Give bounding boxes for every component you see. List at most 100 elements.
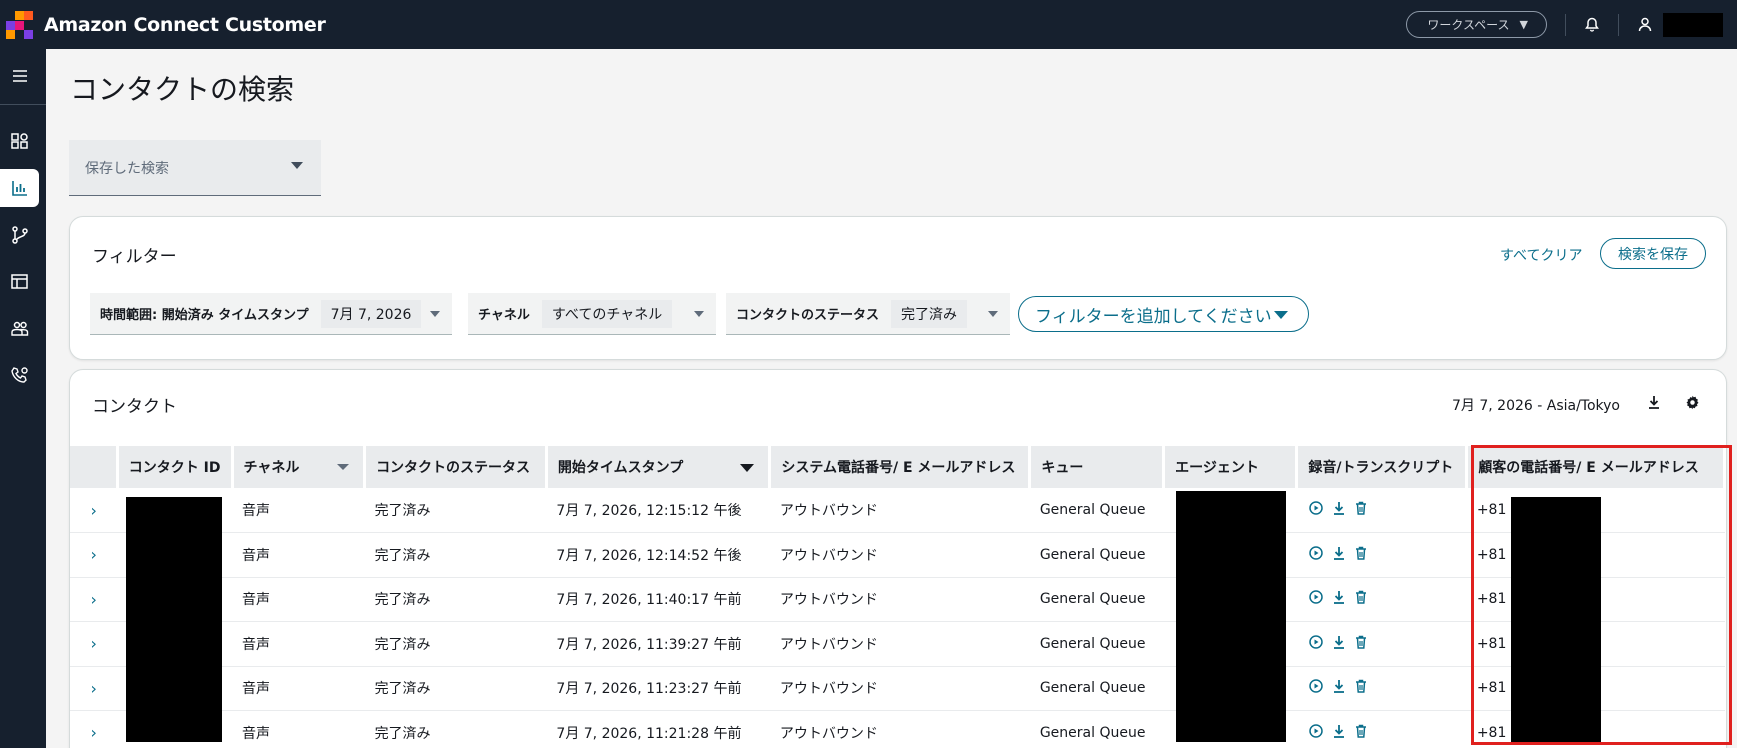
cell-status: 完了済み xyxy=(364,621,547,667)
add-filter-button[interactable]: フィルターを追加してください xyxy=(1018,296,1309,332)
cell-recording xyxy=(1296,621,1467,667)
column-header-recording[interactable]: 録音/トランスクリプト xyxy=(1296,446,1469,488)
cell-channel: 音声 xyxy=(232,621,365,667)
delete-icon[interactable] xyxy=(1355,546,1367,564)
table-row[interactable]: › 音声 完了済み 7月 7, 2026, 11:21:28 午前 アウトバウン… xyxy=(70,710,1725,748)
play-icon[interactable] xyxy=(1309,546,1323,564)
dashboard-icon[interactable] xyxy=(0,122,39,160)
workspace-dropdown[interactable]: ワークスペース ▼ xyxy=(1406,11,1547,38)
cell-channel: 音声 xyxy=(232,577,365,622)
download-icon[interactable] xyxy=(1333,724,1345,742)
table-row[interactable]: › 音声 完了済み 7月 7, 2026, 11:23:27 午前 アウトバウン… xyxy=(70,666,1725,711)
filter-chip-channel[interactable]: チャネル すべてのチャネル xyxy=(468,293,716,335)
caret-down-icon: ▼ xyxy=(1519,18,1528,31)
column-header-agent[interactable]: エージェント xyxy=(1163,446,1299,488)
divider xyxy=(1565,13,1566,36)
download-icon[interactable] xyxy=(1646,394,1662,410)
filter-chip-value: 7月 7, 2026 xyxy=(320,299,422,328)
cell-recording xyxy=(1296,666,1467,711)
delete-icon[interactable] xyxy=(1355,590,1367,608)
cell-recording xyxy=(1296,532,1467,578)
filter-chip-contact-status[interactable]: コンタクトのステータス 完了済み xyxy=(726,293,1010,335)
delete-icon[interactable] xyxy=(1355,679,1367,697)
column-header-customer-phone[interactable]: 顧客の電話番号/ E メールアドレス xyxy=(1466,446,1726,488)
play-icon[interactable] xyxy=(1309,501,1323,519)
analytics-icon[interactable] xyxy=(0,169,39,207)
caret-down-icon xyxy=(430,311,440,317)
expand-row-chevron-icon[interactable]: › xyxy=(70,710,118,748)
download-icon[interactable] xyxy=(1333,501,1345,519)
download-icon[interactable] xyxy=(1333,590,1345,608)
amazon-connect-logo-icon xyxy=(6,10,34,39)
recording-actions xyxy=(1307,501,1457,519)
table-icon[interactable] xyxy=(0,262,39,300)
expand-row-chevron-icon[interactable]: › xyxy=(70,488,118,533)
cell-start-timestamp: 7月 7, 2026, 11:23:27 午前 xyxy=(546,666,770,711)
expand-row-chevron-icon[interactable]: › xyxy=(70,621,118,667)
top-navigation-bar: Amazon Connect Customer ワークスペース ▼ xyxy=(0,0,1737,49)
saved-search-placeholder: 保存した検索 xyxy=(85,160,169,177)
contacts-table: コンタクト ID チャネル コンタクトのステータス 開始タイムスタンプ システム… xyxy=(70,446,1726,748)
expand-row-chevron-icon[interactable]: › xyxy=(70,577,118,622)
delete-icon[interactable] xyxy=(1355,501,1367,519)
clear-all-link[interactable]: すべてクリア xyxy=(1500,245,1582,265)
menu-icon[interactable] xyxy=(0,57,39,95)
filter-chip-time-range[interactable]: 時間範囲: 開始済み タイムスタンプ 7月 7, 2026 xyxy=(90,293,452,335)
download-icon[interactable] xyxy=(1333,635,1345,653)
cell-channel: 音声 xyxy=(232,488,365,533)
bell-icon[interactable] xyxy=(1584,17,1600,33)
table-header-row: コンタクト ID チャネル コンタクトのステータス 開始タイムスタンプ システム… xyxy=(70,446,1726,488)
download-icon[interactable] xyxy=(1333,679,1345,697)
redacted-agents xyxy=(1176,491,1286,742)
table-row[interactable]: › 音声 完了済み 7月 7, 2026, 11:39:27 午前 アウトバウン… xyxy=(70,621,1725,667)
play-icon[interactable] xyxy=(1309,724,1323,742)
expand-row-chevron-icon[interactable]: › xyxy=(70,532,118,578)
column-header-start-timestamp[interactable]: 開始タイムスタンプ xyxy=(546,446,772,488)
app-title: Amazon Connect Customer xyxy=(44,13,326,36)
recording-actions xyxy=(1307,635,1457,653)
filter-chip-label: コンタクトのステータス xyxy=(736,308,880,323)
table-row[interactable]: › 音声 完了済み 7月 7, 2026, 12:15:12 午後 アウトバウン… xyxy=(70,488,1725,533)
sidebar-divider xyxy=(0,104,46,105)
routing-icon[interactable] xyxy=(0,216,39,254)
phone-settings-icon[interactable] xyxy=(0,356,39,394)
cell-status: 完了済み xyxy=(364,532,547,578)
filter-chip-value: 完了済み xyxy=(891,299,968,328)
filter-chip-label: チャネル xyxy=(478,308,530,323)
table-row[interactable]: › 音声 完了済み 7月 7, 2026, 12:14:52 午後 アウトバウン… xyxy=(70,532,1725,578)
cell-system-phone: アウトバウンド xyxy=(769,532,1030,578)
delete-icon[interactable] xyxy=(1355,635,1367,653)
filter-chip-value: すべてのチャネル xyxy=(541,299,673,328)
filter-panel: フィルター すべてクリア 検索を保存 時間範囲: 開始済み タイムスタンプ 7月… xyxy=(69,216,1727,360)
table-row[interactable]: › 音声 完了済み 7月 7, 2026, 11:40:17 午前 アウトバウン… xyxy=(70,577,1725,622)
settings-gear-icon[interactable] xyxy=(1684,394,1700,410)
filter-chip-label: 時間範囲: 開始済み タイムスタンプ xyxy=(100,308,309,323)
column-header-queue[interactable]: キュー xyxy=(1029,446,1166,488)
expand-row-chevron-icon[interactable]: › xyxy=(70,666,118,711)
save-search-button[interactable]: 検索を保存 xyxy=(1600,238,1706,269)
column-header-system-phone[interactable]: システム電話番号/ E メールアドレス xyxy=(769,446,1032,488)
play-icon[interactable] xyxy=(1309,679,1323,697)
column-header-contact-status[interactable]: コンタクトのステータス xyxy=(364,446,548,488)
cell-start-timestamp: 7月 7, 2026, 11:40:17 午前 xyxy=(546,577,770,622)
sidebar xyxy=(0,49,46,748)
column-header-contact-id[interactable]: コンタクト ID xyxy=(117,446,234,488)
play-icon[interactable] xyxy=(1309,590,1323,608)
redacted-contact-ids xyxy=(126,497,222,742)
cell-channel: 音声 xyxy=(232,532,365,578)
delete-icon[interactable] xyxy=(1355,724,1367,742)
cell-start-timestamp: 7月 7, 2026, 12:15:12 午後 xyxy=(546,488,770,533)
saved-search-select[interactable]: 保存した検索 xyxy=(69,140,321,196)
cell-status: 完了済み xyxy=(364,710,547,748)
download-icon[interactable] xyxy=(1333,546,1345,564)
cell-status: 完了済み xyxy=(364,577,547,622)
expand-column-header xyxy=(70,446,119,488)
play-icon[interactable] xyxy=(1309,635,1323,653)
cell-queue: General Queue xyxy=(1029,710,1164,748)
sort-descending-icon xyxy=(740,464,755,472)
app-logo[interactable]: Amazon Connect Customer xyxy=(6,10,326,39)
cell-system-phone: アウトバウンド xyxy=(769,577,1030,622)
column-header-channel[interactable]: チャネル xyxy=(232,446,367,488)
users-icon[interactable] xyxy=(0,309,39,347)
user-icon[interactable] xyxy=(1637,17,1653,33)
